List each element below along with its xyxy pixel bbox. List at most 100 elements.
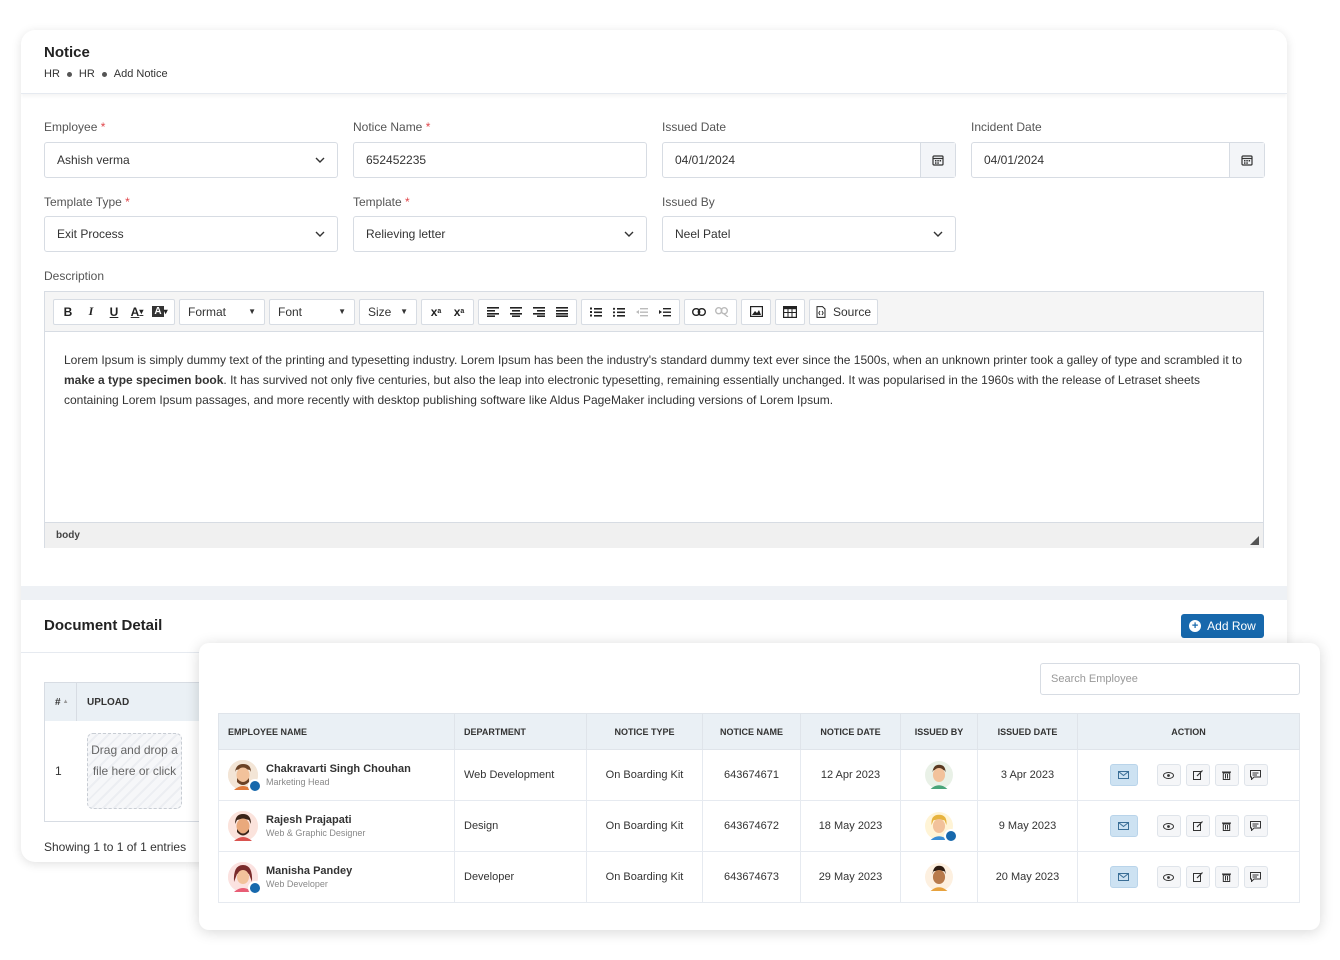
- resize-handle-icon[interactable]: [1250, 536, 1259, 545]
- employee-role: Marketing Head: [266, 777, 330, 787]
- template-select[interactable]: Relieving letter: [353, 216, 647, 252]
- justify-icon[interactable]: [552, 301, 572, 323]
- avatar: [925, 812, 958, 843]
- employee-name[interactable]: Rajesh Prajapati: [266, 814, 365, 826]
- notice-type-cell: On Boarding Kit: [586, 851, 703, 903]
- issued-date-cell: 20 May 2023: [977, 851, 1078, 903]
- employee-name[interactable]: Manisha Pandey: [266, 865, 352, 877]
- employee-name[interactable]: Chakravarti Singh Chouhan: [266, 763, 411, 775]
- notice-name-label: Notice Name *: [353, 120, 431, 134]
- comment-icon[interactable]: [1243, 764, 1268, 786]
- notice-name-link[interactable]: 643674673: [702, 851, 801, 903]
- align-left-icon[interactable]: [483, 301, 503, 323]
- column-header: NOTICE NAME: [702, 713, 801, 750]
- format-dropdown[interactable]: Format ▼: [179, 298, 265, 325]
- unlink-icon[interactable]: [712, 301, 732, 323]
- table-icon[interactable]: [780, 301, 800, 323]
- view-icon[interactable]: [1156, 815, 1181, 837]
- incident-date-label: Incident Date: [971, 120, 1042, 134]
- notice-type-cell: On Boarding Kit: [586, 800, 703, 852]
- align-center-icon[interactable]: [506, 301, 526, 323]
- issued-date-value: 04/01/2024: [675, 153, 736, 167]
- template-type-value: Exit Process: [57, 227, 124, 241]
- image-icon[interactable]: [746, 301, 766, 323]
- column-header: EMPLOYEE NAME: [218, 713, 455, 750]
- heart-badge-icon: [944, 829, 958, 843]
- link-icon[interactable]: [689, 301, 709, 323]
- heart-badge-icon: [248, 881, 262, 895]
- issued-by-select[interactable]: Neel Patel: [662, 216, 956, 252]
- editor-statusbar: body: [45, 522, 1263, 548]
- breadcrumb-item[interactable]: HR: [44, 68, 60, 80]
- superscript-icon[interactable]: xa: [449, 301, 469, 323]
- view-icon[interactable]: [1156, 764, 1181, 786]
- delete-icon[interactable]: [1214, 866, 1239, 888]
- notice-name-input[interactable]: 652452235: [353, 142, 647, 178]
- text-color-icon[interactable]: A ▾: [127, 301, 147, 323]
- employee-select[interactable]: Ashish verma: [44, 142, 338, 178]
- department-cell: Design: [454, 800, 587, 852]
- rich-text-editor: B I U A ▾ A ▾ Format ▼ Font ▼ Size ▼ xa xa: [44, 291, 1264, 548]
- issued-by-cell: [900, 851, 978, 903]
- comment-icon[interactable]: [1243, 866, 1268, 888]
- table-header-row: EMPLOYEE NAME DEPARTMENT NOTICE TYPE NOT…: [218, 713, 1300, 750]
- card-header: Notice HR HR Add Notice: [21, 30, 1287, 94]
- edit-icon[interactable]: [1185, 815, 1210, 837]
- chevron-down-icon: [933, 231, 943, 237]
- mail-icon[interactable]: [1109, 866, 1138, 888]
- delete-icon[interactable]: [1214, 815, 1239, 837]
- file-dropzone[interactable]: Drag and drop a file here or click: [87, 733, 182, 809]
- issued-by-label: Issued By: [662, 195, 715, 209]
- table-row: Manisha Pandey Web Developer Developer On…: [218, 851, 1300, 903]
- edit-icon[interactable]: [1185, 866, 1210, 888]
- bold-button[interactable]: B: [58, 301, 78, 323]
- document-detail-title: Document Detail: [44, 617, 163, 634]
- view-icon[interactable]: [1156, 866, 1181, 888]
- background-color-icon[interactable]: A ▾: [150, 301, 170, 323]
- issued-date-label: Issued Date: [662, 120, 727, 134]
- subscript-icon[interactable]: xa: [426, 301, 446, 323]
- italic-button[interactable]: I: [81, 301, 101, 323]
- issued-date-cell: 3 Apr 2023: [977, 749, 1078, 801]
- source-button[interactable]: Source: [809, 298, 879, 325]
- mail-icon[interactable]: [1109, 815, 1138, 837]
- add-row-button[interactable]: + Add Row: [1181, 614, 1264, 638]
- breadcrumb-current: Add Notice: [113, 68, 168, 80]
- underline-button[interactable]: U: [104, 301, 124, 323]
- employee-value: Ashish verma: [57, 153, 130, 167]
- notice-name-link[interactable]: 643674671: [702, 749, 801, 801]
- calendar-icon[interactable]: [920, 143, 955, 177]
- notice-name-link[interactable]: 643674672: [702, 800, 801, 852]
- align-right-icon[interactable]: [529, 301, 549, 323]
- link-group: [684, 298, 737, 325]
- editor-content[interactable]: Lorem Ipsum is simply dummy text of the …: [45, 332, 1263, 522]
- indent-icon[interactable]: [655, 301, 675, 323]
- outdent-icon[interactable]: [632, 301, 652, 323]
- column-header: ACTION: [1077, 713, 1300, 750]
- size-dropdown[interactable]: Size ▼: [359, 298, 417, 325]
- notice-date-cell: 29 May 2023: [800, 851, 901, 903]
- image-group: [741, 298, 771, 325]
- plus-circle-icon: +: [1189, 620, 1202, 632]
- breadcrumb-item[interactable]: HR: [79, 68, 95, 80]
- column-header-number[interactable]: # ▲: [45, 683, 77, 721]
- heart-badge-icon: [248, 779, 262, 793]
- employee-notice-card: Search Employee EMPLOYEE NAME DEPARTMENT…: [199, 643, 1320, 930]
- template-type-select[interactable]: Exit Process: [44, 216, 338, 252]
- chevron-down-icon: [624, 231, 634, 237]
- action-cell: [1077, 851, 1300, 903]
- issued-date-input[interactable]: 04/01/2024: [662, 142, 956, 178]
- comment-icon[interactable]: [1243, 815, 1268, 837]
- bullet-list-icon[interactable]: [609, 301, 629, 323]
- edit-icon[interactable]: [1185, 764, 1210, 786]
- notice-name-value: 652452235: [366, 153, 427, 167]
- numbered-list-icon[interactable]: [586, 301, 606, 323]
- row-number: 1: [55, 764, 62, 778]
- table-row: 1 Drag and drop a file here or click: [45, 721, 203, 821]
- font-dropdown[interactable]: Font ▼: [269, 298, 355, 325]
- search-input[interactable]: Search Employee: [1040, 663, 1300, 695]
- mail-icon[interactable]: [1109, 764, 1138, 786]
- calendar-icon[interactable]: [1229, 143, 1264, 177]
- incident-date-input[interactable]: 04/01/2024: [971, 142, 1265, 178]
- delete-icon[interactable]: [1214, 764, 1239, 786]
